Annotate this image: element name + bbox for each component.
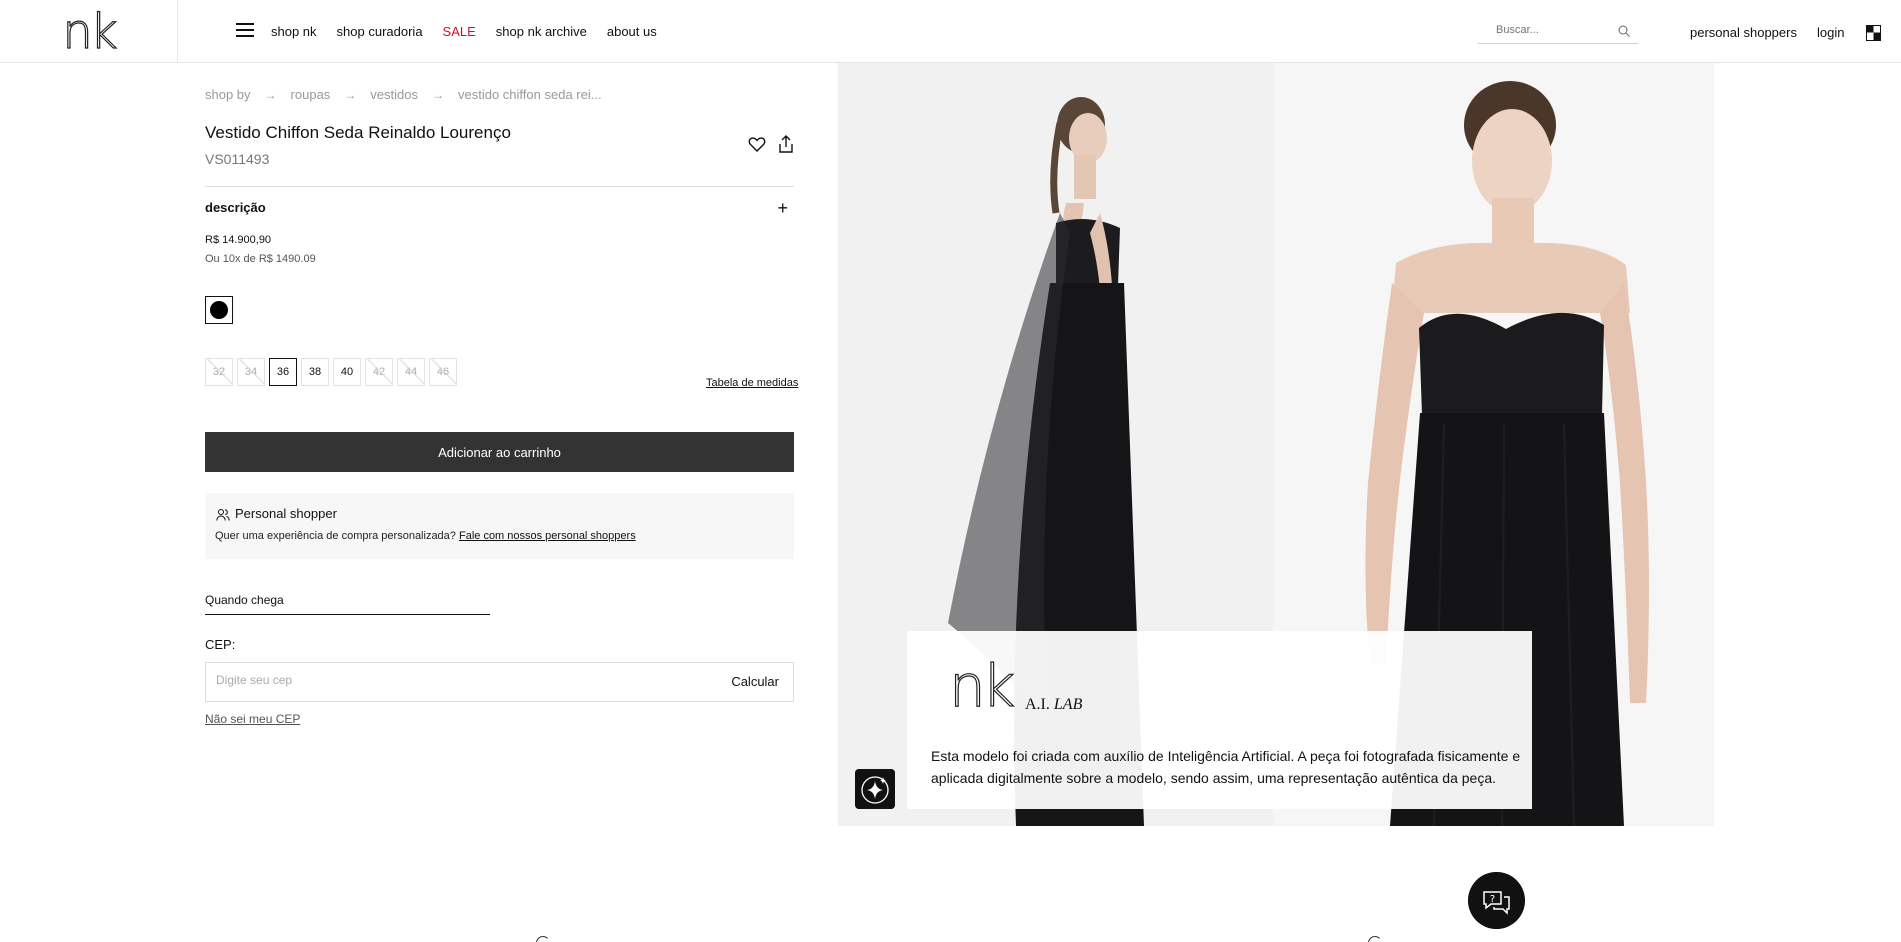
svg-text:?: ? (1490, 894, 1495, 905)
cep-box: Calcular (205, 662, 794, 702)
loading-spinner-icon (1368, 936, 1382, 942)
size-option[interactable]: 42 (365, 358, 393, 386)
breadcrumb-shop-by[interactable]: shop by (205, 87, 251, 102)
dont-know-cep-link[interactable]: Não sei meu CEP (205, 712, 300, 726)
personal-shopper-link[interactable]: Fale com nossos personal shoppers (459, 530, 636, 542)
arrow-right-icon: → (264, 87, 277, 102)
nav-about-us[interactable]: about us (607, 24, 657, 39)
personal-shopper-text: Quer uma experiência de compra personali… (215, 530, 636, 542)
size-option[interactable]: 32 (205, 358, 233, 386)
size-chart-link[interactable]: Tabela de medidas (706, 377, 798, 389)
ai-sparkle-icon[interactable] (855, 769, 895, 809)
description-toggle[interactable]: descrição + (205, 197, 794, 219)
search-input[interactable] (1478, 20, 1608, 40)
search-icon[interactable] (1618, 25, 1630, 37)
arrow-right-icon: → (344, 87, 357, 102)
personal-shopper-title: Personal shopper (235, 506, 337, 521)
loading-spinner-icon (536, 936, 550, 942)
logo-link[interactable]: nk (0, 0, 178, 63)
chat-support-icon[interactable]: ? (1468, 872, 1525, 929)
nav-shop-nk-archive[interactable]: shop nk archive (496, 24, 587, 39)
plus-icon: + (777, 198, 788, 218)
size-option-selected[interactable]: 36 (269, 358, 297, 386)
login-link[interactable]: login (1817, 25, 1844, 40)
size-option[interactable]: 46 (429, 358, 457, 386)
size-option[interactable]: 34 (237, 358, 265, 386)
ai-lab-card: nk A.I. LAB Esta modelo foi criada com a… (907, 631, 1532, 809)
heart-icon[interactable] (748, 135, 766, 153)
personal-shopper-box: Personal shopper Quer uma experiência de… (205, 493, 794, 559)
brand-logo: nk (62, 3, 118, 60)
nav-shop-nk[interactable]: shop nk (271, 24, 317, 39)
cep-label: CEP: (205, 637, 236, 652)
installments: Ou 10x de R$ 1490.09 (205, 253, 316, 265)
cep-input[interactable] (216, 673, 616, 687)
description-label: descrição (205, 200, 266, 215)
ai-card-logo: nk (948, 652, 1016, 720)
size-option[interactable]: 44 (397, 358, 425, 386)
main-nav: shop nk shop curadoria SALE shop nk arch… (271, 24, 677, 39)
hamburger-menu-icon[interactable] (236, 23, 254, 37)
breadcrumb-current: vestido chiffon seda rei... (458, 87, 602, 102)
shipping-title: Quando chega (205, 593, 284, 607)
shipping-title-underline (205, 614, 490, 615)
breadcrumb-vestidos[interactable]: vestidos (370, 87, 418, 102)
product-price: R$ 14.900,90 (205, 234, 272, 246)
size-selector: 32 34 36 38 40 42 44 46 (205, 358, 457, 386)
breadcrumb: shop by → roupas → vestidos → vestido ch… (205, 87, 602, 102)
ai-lab-text: Esta modelo foi criada com auxílio de In… (931, 748, 1521, 786)
breadcrumb-roupas[interactable]: roupas (291, 87, 331, 102)
search-box (1478, 20, 1638, 44)
shopping-bag-icon[interactable] (1866, 25, 1881, 41)
users-icon (216, 509, 230, 521)
nav-sale[interactable]: SALE (443, 24, 476, 39)
share-icon[interactable] (777, 134, 795, 154)
ai-lab-title: A.I. LAB (1025, 696, 1083, 713)
color-swatch-black[interactable] (205, 296, 233, 324)
add-to-cart-button[interactable]: Adicionar ao carrinho (205, 432, 794, 472)
site-header: nk shop nk shop curadoria SALE shop nk a… (0, 0, 1901, 63)
product-sku: VS011493 (205, 151, 270, 167)
divider (205, 186, 794, 187)
nav-shop-curadoria[interactable]: shop curadoria (337, 24, 423, 39)
size-option[interactable]: 38 (301, 358, 329, 386)
arrow-right-icon: → (432, 87, 444, 102)
size-option[interactable]: 40 (333, 358, 361, 386)
product-title: Vestido Chiffon Seda Reinaldo Lourenço (205, 123, 511, 142)
calculate-button[interactable]: Calcular (731, 674, 779, 689)
personal-shoppers-link[interactable]: personal shoppers (1690, 25, 1797, 40)
